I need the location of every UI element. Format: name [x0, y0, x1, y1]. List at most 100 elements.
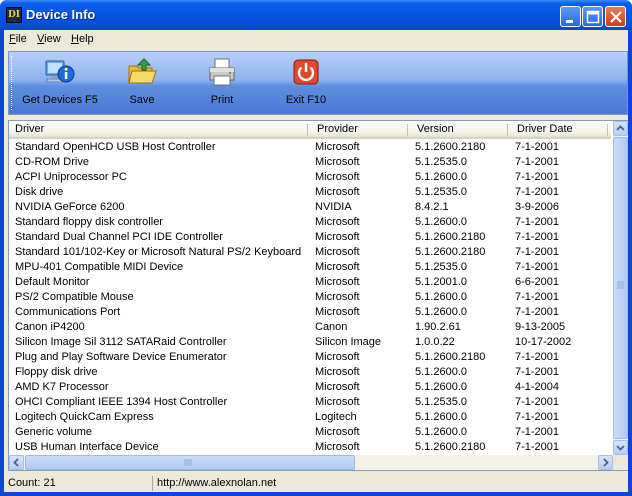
column-divider[interactable] [407, 124, 408, 136]
cell-driver-date: 7-1-2001 [515, 366, 560, 378]
table-row[interactable]: USB Human Interface Device Microsoft 5.1.2… [9, 440, 611, 455]
column-header-driver-date[interactable]: Driver Date [511, 121, 609, 139]
cell-provider: Microsoft [315, 381, 360, 393]
scroll-up-button[interactable] [613, 121, 628, 136]
cell-driver: Disk drive [15, 186, 64, 198]
cell-provider: Microsoft [315, 366, 360, 378]
computer-info-icon [45, 60, 75, 83]
cell-driver-date: 7-1-2001 [515, 396, 560, 408]
table-row[interactable]: Standard floppy disk controller Microsoft… [9, 215, 611, 230]
table-row[interactable]: Standard OpenHCD USB Host Controller Micr… [9, 140, 611, 155]
cell-version: 5.1.2600.2180 [415, 231, 486, 243]
cell-driver: PS/2 Compatible Mouse [15, 291, 134, 303]
cell-provider: Logitech [315, 411, 357, 423]
cell-driver: Floppy disk drive [15, 366, 98, 378]
toolbar: Get Devices F5 Save Print Exit F10 [8, 51, 628, 115]
cell-driver-date: 7-1-2001 [515, 216, 560, 228]
horizontal-scrollbar[interactable] [9, 455, 613, 470]
cell-driver-date: 3-9-2006 [515, 201, 560, 213]
minimize-button[interactable] [560, 6, 581, 27]
cell-driver: Logitech QuickCam Express [15, 411, 154, 423]
menu-file[interactable]: File [9, 33, 27, 45]
get-devices-button[interactable]: Get Devices F5 [19, 54, 101, 112]
cell-driver-date: 7-1-2001 [515, 156, 560, 168]
table-row[interactable]: Default Monitor Microsoft 5.1.2001.0 6-6-20… [9, 275, 611, 290]
table-row[interactable]: CD-ROM Drive Microsoft 5.1.2535.0 7-1-2001 [9, 155, 611, 170]
cell-driver: USB Human Interface Device [15, 441, 159, 453]
table-row[interactable]: Canon iP4200 Canon 1.90.2.61 9-13-2005 [9, 320, 611, 335]
printer-icon [209, 58, 235, 86]
cell-version: 1.0.0.22 [415, 336, 455, 348]
window-client: File View Help Get Devices F5 Save Print… [4, 30, 628, 492]
app-icon[interactable]: DI [6, 7, 22, 23]
scroll-right-button[interactable] [598, 455, 613, 470]
table-row[interactable]: Standard Dual Channel PCI IDE Controller… [9, 230, 611, 245]
chevron-down-icon [616, 445, 625, 451]
table-row[interactable]: Disk drive Microsoft 5.1.2535.0 7-1-2001 [9, 185, 611, 200]
status-bar: Count: 21 http://www.alexnolan.net [4, 474, 628, 492]
maximize-button[interactable] [582, 6, 603, 27]
cell-provider: Microsoft [315, 231, 360, 243]
chevron-up-icon [616, 125, 625, 131]
cell-version: 5.1.2600.2180 [415, 246, 486, 258]
column-header-version[interactable]: Version [411, 121, 509, 139]
toolbar-grip[interactable] [11, 56, 14, 110]
get-devices-label: Get Devices F5 [22, 94, 98, 106]
horizontal-scroll-thumb[interactable] [25, 455, 355, 470]
cell-provider: Microsoft [315, 351, 360, 363]
table-row[interactable]: Logitech QuickCam Express Logitech 5.1.260… [9, 410, 611, 425]
device-list[interactable]: Driver Provider Version Driver Date Stan… [8, 120, 628, 471]
menu-view[interactable]: View [37, 33, 61, 45]
cell-driver: Standard OpenHCD USB Host Controller [15, 141, 216, 153]
column-divider[interactable] [507, 124, 508, 136]
table-row[interactable]: MPU-401 Compatible MIDI Device Microsoft 5… [9, 260, 611, 275]
cell-version: 5.1.2600.0 [415, 171, 467, 183]
cell-provider: Canon [315, 321, 348, 333]
cell-driver: Default Monitor [15, 276, 90, 288]
table-row[interactable]: OHCI Compliant IEEE 1394 Host Controller… [9, 395, 611, 410]
folder-save-icon [128, 58, 157, 84]
menu-help[interactable]: Help [71, 33, 94, 45]
print-button[interactable]: Print [197, 54, 247, 112]
cell-driver: Standard 101/102-Key or Microsoft Natura… [15, 246, 302, 258]
table-row[interactable]: Silicon Image Sil 3112 SATARaid Controll… [9, 335, 611, 350]
table-row[interactable]: Standard 101/102-Key or Microsoft Natura… [9, 245, 611, 260]
status-url: http://www.alexnolan.net [152, 476, 628, 491]
table-row[interactable]: Generic volume Microsoft 5.1.2600.0 7-1-200… [9, 425, 611, 440]
table-row[interactable]: Floppy disk drive Microsoft 5.1.2600.0 7-1-… [9, 365, 611, 380]
table-row[interactable]: AMD K7 Processor Microsoft 5.1.2600.0 4-1-2… [9, 380, 611, 395]
table-row[interactable]: ACPI Uniprocessor PC Microsoft 5.1.2600.0 7… [9, 170, 611, 185]
cell-version: 5.1.2600.2180 [415, 351, 486, 363]
save-button[interactable]: Save [117, 54, 167, 112]
column-divider[interactable] [607, 124, 608, 136]
cell-driver-date: 7-1-2001 [515, 231, 560, 243]
cell-provider: Microsoft [315, 291, 360, 303]
cell-driver-date: 7-1-2001 [515, 306, 560, 318]
maximize-icon [586, 10, 600, 24]
cell-driver-date: 7-1-2001 [515, 411, 560, 423]
menu-help-hotkey: H [71, 33, 79, 45]
cell-provider: Microsoft [315, 216, 360, 228]
table-row[interactable]: PS/2 Compatible Mouse Microsoft 5.1.2600.0… [9, 290, 611, 305]
cell-provider: Microsoft [315, 186, 360, 198]
vertical-scroll-thumb[interactable] [613, 137, 628, 439]
table-row[interactable]: NVIDIA GeForce 6200 NVIDIA 8.4.2.1 3-9-2006 [9, 200, 611, 215]
cell-version: 5.1.2600.0 [415, 411, 467, 423]
scroll-down-button[interactable] [613, 440, 628, 455]
table-row[interactable]: Plug and Play Software Device Enumerator… [9, 350, 611, 365]
vertical-scrollbar[interactable] [613, 121, 628, 455]
cell-provider: Microsoft [315, 246, 360, 258]
table-row[interactable]: Communications Port Microsoft 5.1.2600.0 7-… [9, 305, 611, 320]
cell-driver-date: 4-1-2004 [515, 381, 560, 393]
title-bar[interactable]: DI Device Info [0, 0, 632, 30]
cell-provider: Microsoft [315, 141, 360, 153]
column-header-driver[interactable]: Driver [9, 121, 307, 139]
exit-button[interactable]: Exit F10 [281, 54, 331, 112]
column-divider[interactable] [307, 124, 308, 136]
cell-driver-date: 7-1-2001 [515, 291, 560, 303]
cell-version: 5.1.2535.0 [415, 156, 467, 168]
column-header-provider[interactable]: Provider [311, 121, 409, 139]
close-button[interactable] [605, 6, 626, 27]
cell-provider: Microsoft [315, 306, 360, 318]
scroll-left-button[interactable] [9, 455, 24, 470]
